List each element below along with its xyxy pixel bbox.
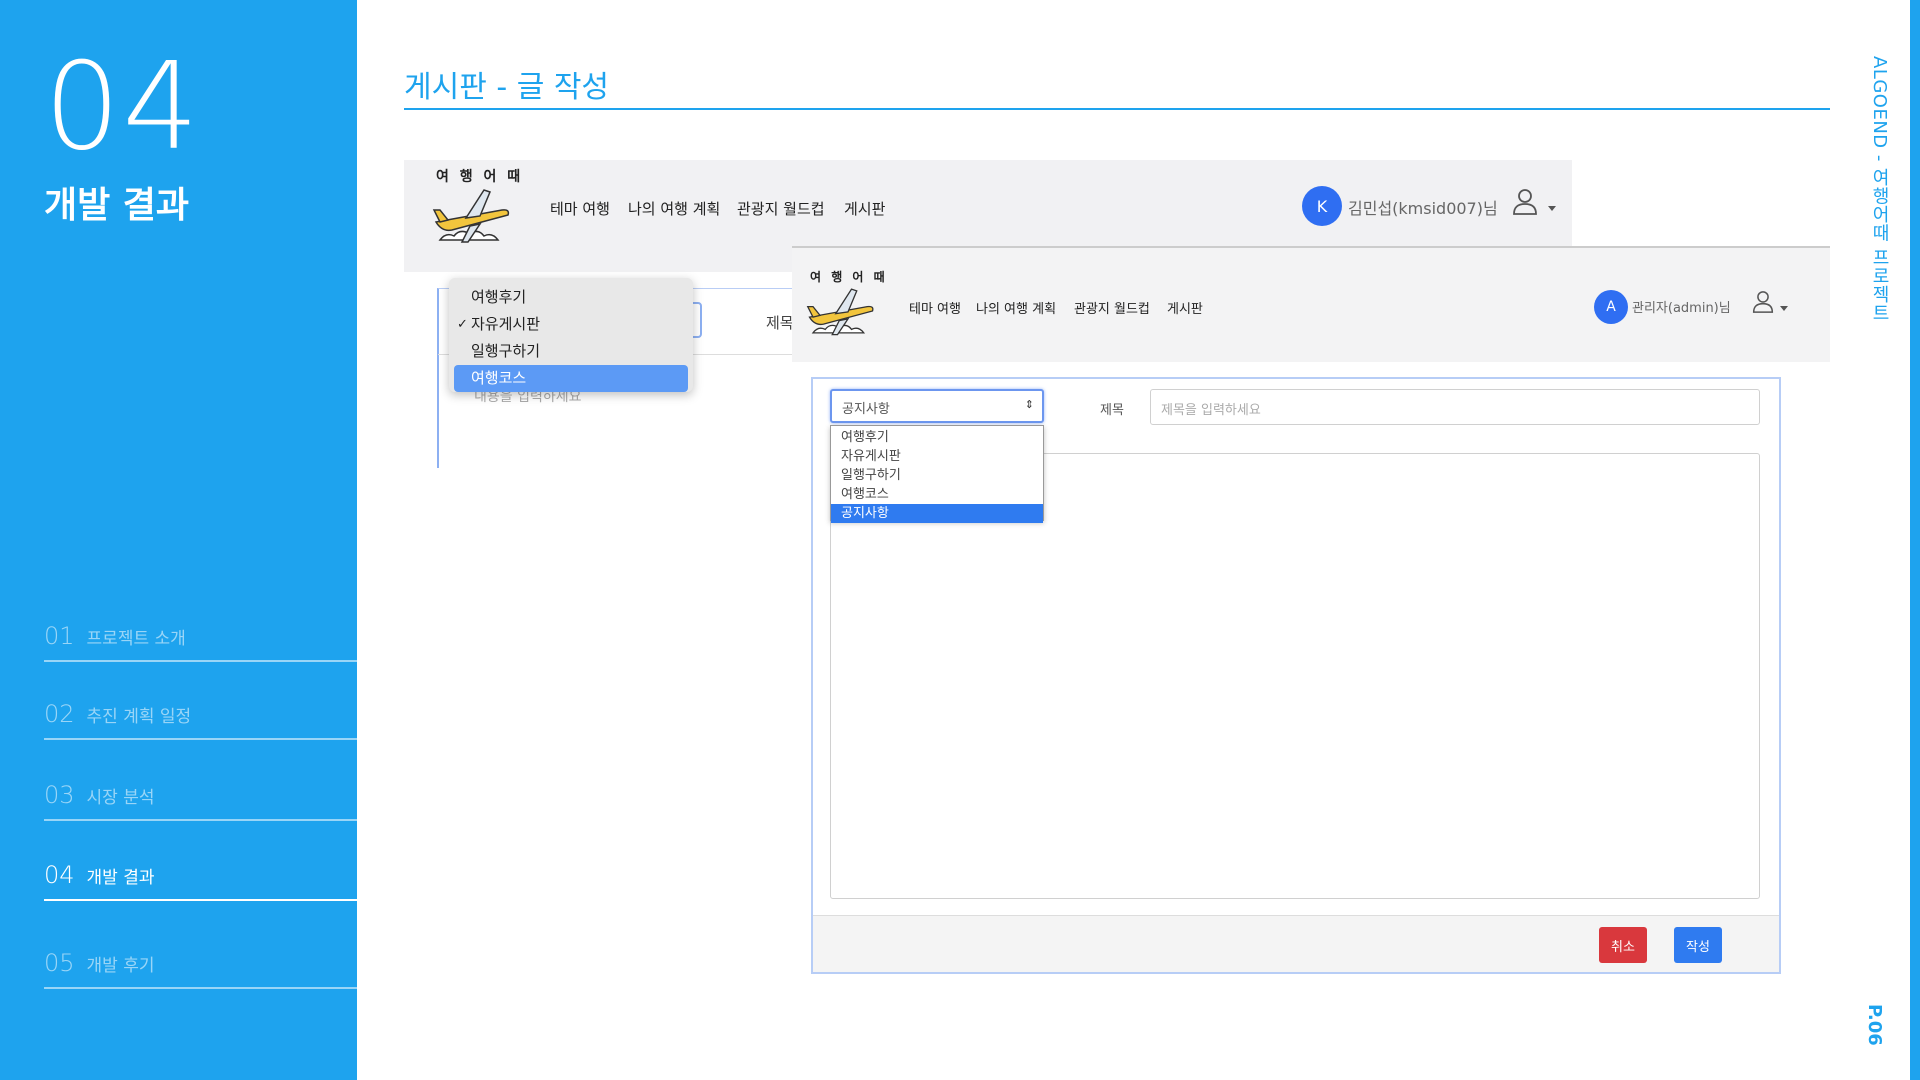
title-label: 제목 [1100, 403, 1124, 418]
board-select[interactable]: 공지사항 ⇕ [830, 389, 1044, 423]
nav-board[interactable]: 게시판 [1167, 298, 1203, 317]
nav-theme-travel[interactable]: 테마 여행 [909, 298, 961, 317]
toc-item-01[interactable]: 01 프로젝트 소개 [44, 612, 357, 662]
cancel-button[interactable]: 취소 [1599, 927, 1647, 963]
admin-avatar[interactable]: A [1594, 290, 1628, 324]
toc-num: 01 [44, 622, 75, 650]
select-option[interactable]: 일행구하기 [831, 466, 1043, 485]
form-footer: 취소 작성 [813, 915, 1779, 972]
user-menu-icon[interactable] [1752, 290, 1774, 314]
heading-divider [404, 108, 1830, 110]
navbar: 여 행 어 때 테마 여행 나의 여행 계획 관광지 월드컵 게시판 A 관리자… [792, 246, 1830, 362]
section-number: 04 [44, 38, 201, 177]
board-dropdown-menu[interactable]: 여행후기 ✓ 자유게시판 일행구하기 여행코스 [449, 278, 693, 392]
title-label: 제목 [766, 314, 794, 332]
toc-num: 03 [44, 781, 75, 809]
toc-label: 추진 계획 일정 [86, 706, 192, 727]
plane-logo-icon[interactable] [432, 182, 512, 248]
toc-item-05[interactable]: 05 개발 후기 [44, 939, 357, 989]
dropdown-option[interactable]: 여행후기 [449, 284, 693, 311]
chevron-down-icon[interactable] [1780, 306, 1788, 311]
check-icon: ✓ [457, 317, 468, 332]
user-menu-icon[interactable] [1512, 188, 1538, 216]
section-title: 개발 결과 [44, 185, 190, 226]
slide-heading: 게시판 - 글 작성 [404, 70, 610, 105]
toc-item-04[interactable]: 04 개발 결과 [44, 851, 357, 901]
title-input[interactable]: 제목을 입력하세요 [1150, 389, 1760, 425]
toc-num: 04 [44, 861, 75, 889]
dropdown-option-highlighted[interactable]: 여행코스 [454, 365, 688, 392]
chevron-down-icon[interactable] [1548, 206, 1556, 211]
toc-label: 프로젝트 소개 [86, 628, 186, 649]
nav-my-travel-plan[interactable]: 나의 여행 계획 [628, 198, 720, 219]
project-label: ALGOEND - 여행어때 프로젝트 [1869, 56, 1890, 323]
page-number: P.06 [1864, 1004, 1885, 1046]
nav-attraction-worldcup[interactable]: 관광지 월드컵 [737, 198, 825, 219]
left-panel: 04 개발 결과 01 프로젝트 소개 02 추진 계획 일정 03 시장 분석… [0, 0, 357, 1080]
nav-my-travel-plan[interactable]: 나의 여행 계획 [976, 298, 1056, 317]
toc-label: 개발 후기 [86, 955, 155, 976]
dropdown-option-checked[interactable]: ✓ 자유게시판 [449, 311, 693, 338]
user-avatar[interactable]: K [1302, 186, 1342, 226]
submit-button[interactable]: 작성 [1674, 927, 1722, 963]
option-label: 자유게시판 [471, 315, 541, 333]
select-value: 공지사항 [842, 402, 890, 417]
select-option[interactable]: 자유게시판 [831, 447, 1043, 466]
nav-board[interactable]: 게시판 [844, 198, 885, 219]
toc-label: 개발 결과 [86, 867, 155, 888]
user-name: 관리자(admin)님 [1632, 301, 1731, 316]
nav-attraction-worldcup[interactable]: 관광지 월드컵 [1074, 298, 1150, 317]
slide: 04 개발 결과 01 프로젝트 소개 02 추진 계획 일정 03 시장 분석… [0, 0, 1920, 1080]
select-option-selected[interactable]: 공지사항 [831, 504, 1043, 523]
write-form-card: 공지사항 ⇕ 제목 제목을 입력하세요 여행후기 자유게시판 일행구하기 여행코… [811, 377, 1781, 974]
toc-item-02[interactable]: 02 추진 계획 일정 [44, 690, 357, 740]
toc-label: 시장 분석 [86, 787, 155, 808]
plane-logo-icon[interactable] [806, 282, 876, 340]
select-option[interactable]: 여행코스 [831, 485, 1043, 504]
select-arrow-icon: ⇕ [1024, 398, 1034, 411]
select-option[interactable]: 여행후기 [831, 428, 1043, 447]
dropdown-option[interactable]: 일행구하기 [449, 338, 693, 365]
board-select-list[interactable]: 여행후기 자유게시판 일행구하기 여행코스 공지사항 [830, 425, 1044, 523]
toc-item-03[interactable]: 03 시장 분석 [44, 771, 357, 821]
user-name: 김민섭(kmsid007)님 [1348, 199, 1498, 218]
nav-theme-travel[interactable]: 테마 여행 [550, 198, 610, 219]
toc-num: 05 [44, 949, 75, 977]
toc-num: 02 [44, 700, 75, 728]
right-accent-strip [1910, 0, 1920, 1080]
admin-write-screenshot: 여 행 어 때 테마 여행 나의 여행 계획 관광지 월드컵 게시판 A 관리자… [792, 246, 1830, 974]
